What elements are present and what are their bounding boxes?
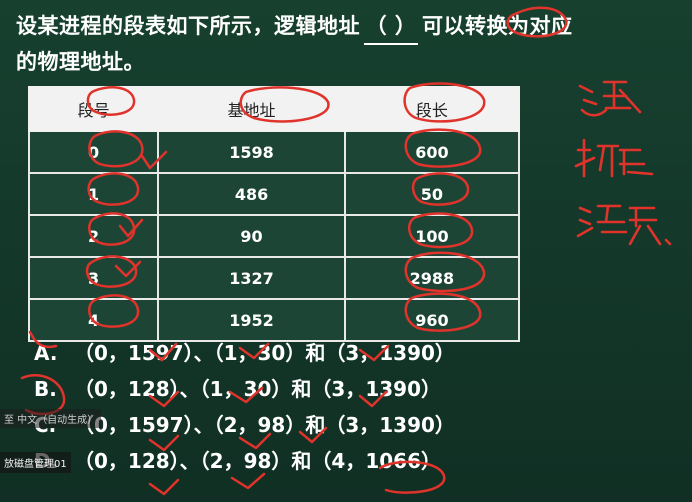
question-line1-part1: 设某进程的段表如下所示，逻辑地址 bbox=[16, 14, 360, 38]
option-d: D.（0，128）、（2，98）和（4，1066） bbox=[34, 444, 455, 480]
table-row: 0 1598 600 bbox=[27, 130, 521, 174]
option-mark bbox=[148, 478, 180, 496]
option-text: （0，1597）、（1，30）和（3，1390） bbox=[74, 341, 455, 365]
cell-segment-length: 50 bbox=[343, 172, 521, 216]
cell-segment-number: 4 bbox=[27, 298, 160, 342]
table-row: 3 1327 2988 bbox=[27, 256, 521, 300]
header-segment-length: 段长 bbox=[343, 86, 521, 132]
cell-base-address: 486 bbox=[157, 172, 346, 216]
cell-segment-number: 0 bbox=[27, 130, 160, 174]
cell-segment-number: 1 bbox=[27, 172, 160, 216]
option-b: B. （0，128）、（1，30）和（3，1390） bbox=[34, 372, 455, 408]
video-title-label: 放磁盘管理01 bbox=[0, 452, 71, 473]
segment-table: 段号 基地址 段长 0 1598 600 1 486 50 2 90 100 3… bbox=[27, 86, 521, 342]
header-base-address: 基地址 bbox=[157, 86, 346, 132]
question-text: 设某进程的段表如下所示，逻辑地址（ ）可以转换为对应 的物理地址。 bbox=[16, 9, 626, 79]
table-row: 2 90 100 bbox=[27, 214, 521, 258]
chalkboard-slide: 设某进程的段表如下所示，逻辑地址（ ）可以转换为对应 的物理地址。 段号 基地址… bbox=[0, 0, 692, 502]
table-header-row: 段号 基地址 段长 bbox=[27, 86, 521, 132]
cell-segment-length: 600 bbox=[343, 130, 521, 174]
cell-segment-number: 3 bbox=[27, 256, 160, 300]
cell-segment-length: 960 bbox=[343, 298, 521, 342]
table-row: 1 486 50 bbox=[27, 172, 521, 216]
cell-base-address: 1952 bbox=[157, 298, 346, 342]
cell-base-address: 90 bbox=[157, 214, 346, 258]
caption-language-label: 至 中文（自动生成） bbox=[0, 409, 102, 428]
option-text: （0，1597）、（2，98）和（3，1390） bbox=[74, 413, 455, 437]
option-letter: B. bbox=[34, 377, 57, 401]
cell-segment-number: 2 bbox=[27, 214, 160, 258]
cell-segment-length: 2988 bbox=[343, 256, 521, 300]
answer-blank: （ ） bbox=[364, 9, 418, 45]
question-line2: 的物理地址。 bbox=[16, 50, 145, 74]
cell-base-address: 1598 bbox=[157, 130, 346, 174]
cell-base-address: 1327 bbox=[157, 256, 346, 300]
cell-segment-length: 100 bbox=[343, 214, 521, 258]
option-letter: A. bbox=[34, 341, 58, 365]
option-text: （0，128）、（1，30）和（3，1390） bbox=[74, 377, 441, 401]
option-text: （0，128）、（2，98）和（4，1066） bbox=[74, 449, 441, 473]
header-segment-number: 段号 bbox=[27, 86, 160, 132]
answer-options: A. （0，1597）、（1，30）和（3，1390） B. （0，128）、（1，… bbox=[34, 336, 455, 480]
table-row: 4 1952 960 bbox=[27, 298, 521, 342]
question-line1-part2: 可以转换为对应 bbox=[422, 14, 573, 38]
option-a: A. （0，1597）、（1，30）和（3，1390） bbox=[34, 336, 455, 372]
